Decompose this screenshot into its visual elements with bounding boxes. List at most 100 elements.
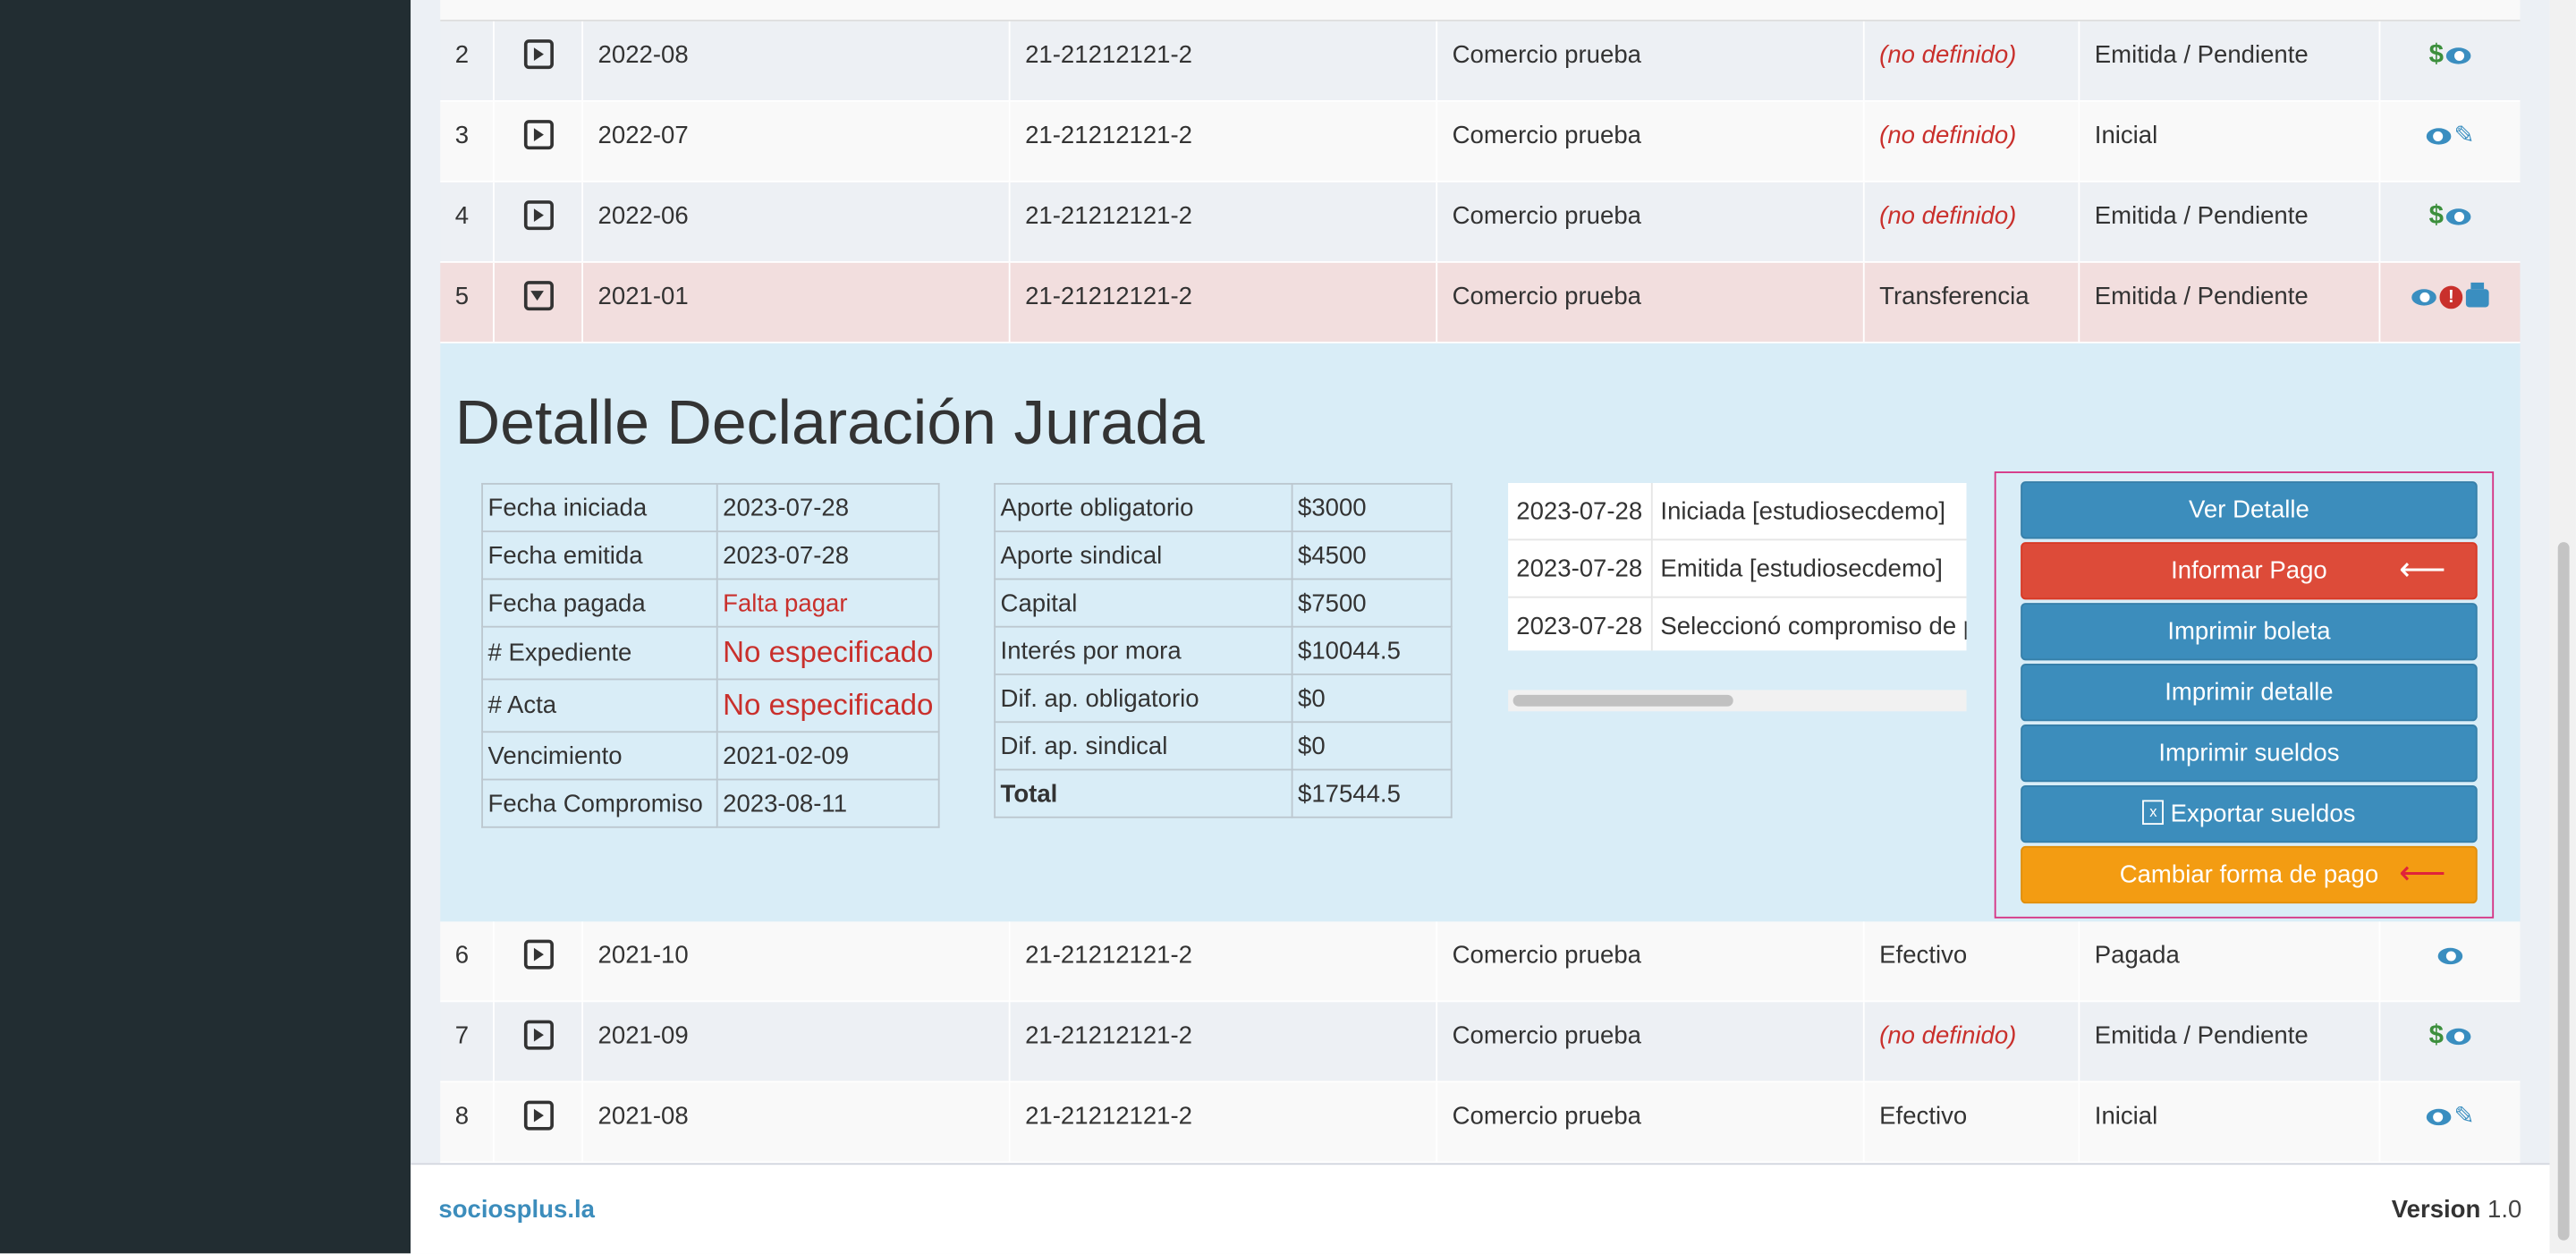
collapse-icon (522, 281, 554, 311)
dollar-icon[interactable]: $ (2429, 182, 2444, 251)
table-row: 2 2022-08 21-21212121-2 Comercio prueba … (440, 21, 2521, 102)
row-number: 2 (454, 40, 470, 70)
cambiar-forma-pago-button[interactable]: Cambiar forma de pago ⟵ (2021, 845, 2478, 904)
scrollbar-thumb[interactable] (2557, 542, 2570, 1241)
exportar-sueldos-button[interactable]: x Exportar sueldos (2021, 784, 2478, 843)
table-row: 3 2022-07 21-21212121-2 Comercio prueba … (440, 101, 2521, 182)
collapse-button[interactable] (493, 262, 581, 343)
eye-icon[interactable] (2437, 947, 2463, 965)
eye-icon[interactable] (2446, 1028, 2472, 1046)
actions-highlight-box: Ver Detalle Informar Pago ⟵ Imprimir bole… (1994, 471, 2495, 919)
eye-icon[interactable] (2446, 47, 2472, 64)
field-value: 2021-02-09 (716, 731, 940, 781)
row-number: 7 (454, 1021, 470, 1050)
field-label: Aporte obligatorio (994, 482, 1293, 533)
expand-button[interactable] (493, 1002, 581, 1081)
page-scrollbar[interactable] (2549, 0, 2576, 1254)
field-value: No especificado (716, 625, 940, 681)
comercio-cell: Comercio prueba (1436, 101, 1863, 182)
table-row: 7 2021-09 21-21212121-2 Comercio prueba … (440, 1002, 2521, 1083)
expand-button[interactable] (493, 101, 581, 182)
field-value: Falta pagar (716, 578, 940, 628)
table-row: 8 2021-08 21-21212121-2 Comercio prueba … (440, 1082, 2521, 1164)
dollar-icon[interactable]: $ (2429, 1002, 2444, 1071)
cuit-cell: 21-21212121-2 (1008, 1002, 1436, 1081)
row-number: 6 (454, 941, 470, 970)
button-label: Cambiar forma de pago (2119, 860, 2379, 889)
imprimir-detalle-button[interactable]: Imprimir detalle (2021, 664, 2478, 722)
table-row: 6 2021-10 21-21212121-2 Comercio prueba … (440, 921, 2521, 1003)
scrollbar-thumb[interactable] (1513, 694, 1733, 707)
period-cell: 2021-08 (581, 1082, 1009, 1162)
status-cell: Pagada (2078, 921, 2378, 1001)
row-number: 3 (454, 121, 470, 150)
eye-icon[interactable] (2446, 208, 2472, 225)
eye-icon[interactable] (2411, 289, 2436, 306)
expand-button[interactable] (493, 921, 581, 1001)
history-event: Seleccionó compromiso de pago (1651, 597, 1967, 651)
row-number: 4 (454, 201, 470, 231)
detail-panel: Detalle Declaración Jurada Fecha iniciad… (440, 343, 2521, 922)
horizontal-scrollbar[interactable] (1508, 690, 1967, 712)
actions-cell: ✎ (2378, 101, 2521, 182)
imprimir-boleta-button[interactable]: Imprimir boleta (2021, 603, 2478, 661)
history-date: 2023-07-28 (1508, 539, 1653, 598)
pencil-icon[interactable]: ✎ (2453, 1082, 2474, 1151)
payment-method-cell: (no definido) (1862, 21, 2079, 101)
alert-icon[interactable]: ! (2439, 285, 2463, 309)
comercio-cell: Comercio prueba (1436, 921, 1863, 1001)
history-scroll-area[interactable]: 2023-07-28 Iniciada [estudiosecdemo] 2023… (1508, 482, 1967, 651)
amounts-table: Aporte obligatorio $3000 Aporte sindical $… (994, 482, 1453, 818)
period-cell: 2022-08 (581, 21, 1009, 101)
expand-button[interactable] (493, 21, 581, 101)
print-icon[interactable] (2465, 282, 2489, 307)
cuit-cell: 21-21212121-2 (1008, 1082, 1436, 1162)
expand-icon (522, 1100, 554, 1131)
status-cell: Emitida / Pendiente (2078, 262, 2378, 343)
informar-pago-button[interactable]: Informar Pago ⟵ (2021, 542, 2478, 600)
button-label: Exportar sueldos (2170, 800, 2356, 828)
cuit-cell: 21-21212121-2 (1008, 921, 1436, 1001)
actions-cell: $ (2378, 21, 2521, 101)
dollar-icon[interactable]: $ (2429, 21, 2444, 90)
field-label: Dif. ap. sindical (994, 721, 1293, 771)
payment-method-cell: Efectivo (1862, 921, 2079, 1001)
eye-icon[interactable] (2426, 1108, 2451, 1126)
comercio-cell: Comercio prueba (1436, 1002, 1863, 1081)
actions-cell: ! (2378, 262, 2521, 343)
expand-icon (522, 1020, 554, 1050)
excel-icon: x (2142, 800, 2165, 826)
table-row-partial (440, 0, 2521, 21)
ver-detalle-button[interactable]: Ver Detalle (2021, 481, 2478, 539)
table-row: 4 2022-06 21-21212121-2 Comercio prueba … (440, 182, 2521, 263)
payment-method-cell: (no definido) (1862, 182, 2079, 262)
expand-button[interactable] (493, 1082, 581, 1162)
period-cell: 2022-06 (581, 182, 1009, 262)
row-number: 8 (454, 1102, 470, 1131)
field-value: $4500 (1291, 530, 1453, 580)
field-label: Interés por mora (994, 625, 1293, 675)
payment-method-cell: Transferencia (1862, 262, 2079, 343)
declarations-table: 2 2022-08 21-21212121-2 Comercio prueba … (440, 0, 2521, 1164)
payment-method-cell: (no definido) (1862, 101, 2079, 182)
field-value: 2023-07-28 (716, 530, 940, 580)
field-value: No especificado (716, 678, 940, 733)
expand-button[interactable] (493, 182, 581, 262)
field-value: $7500 (1291, 578, 1453, 628)
button-label: Informar Pago (2171, 556, 2327, 585)
row-number: 5 (454, 282, 470, 311)
pencil-icon[interactable]: ✎ (2453, 102, 2474, 171)
field-label: # Acta (481, 678, 718, 733)
eye-icon[interactable] (2426, 128, 2451, 145)
button-label: Imprimir detalle (2165, 678, 2334, 707)
period-cell: 2022-07 (581, 101, 1009, 182)
brand-link[interactable]: sociosplus.la (438, 1196, 595, 1224)
actions-cell: $ (2378, 1002, 2521, 1081)
history-row: 2023-07-28Seleccionó compromiso de pago (1508, 597, 1967, 651)
actions-cell: $ (2378, 182, 2521, 262)
imprimir-sueldos-button[interactable]: Imprimir sueldos (2021, 724, 2478, 783)
comercio-cell: Comercio prueba (1436, 182, 1863, 262)
actions-cell: ✎ (2378, 1082, 2521, 1162)
left-arrow-icon: ⟵ (2399, 855, 2446, 893)
field-label: Aporte sindical (994, 530, 1293, 580)
